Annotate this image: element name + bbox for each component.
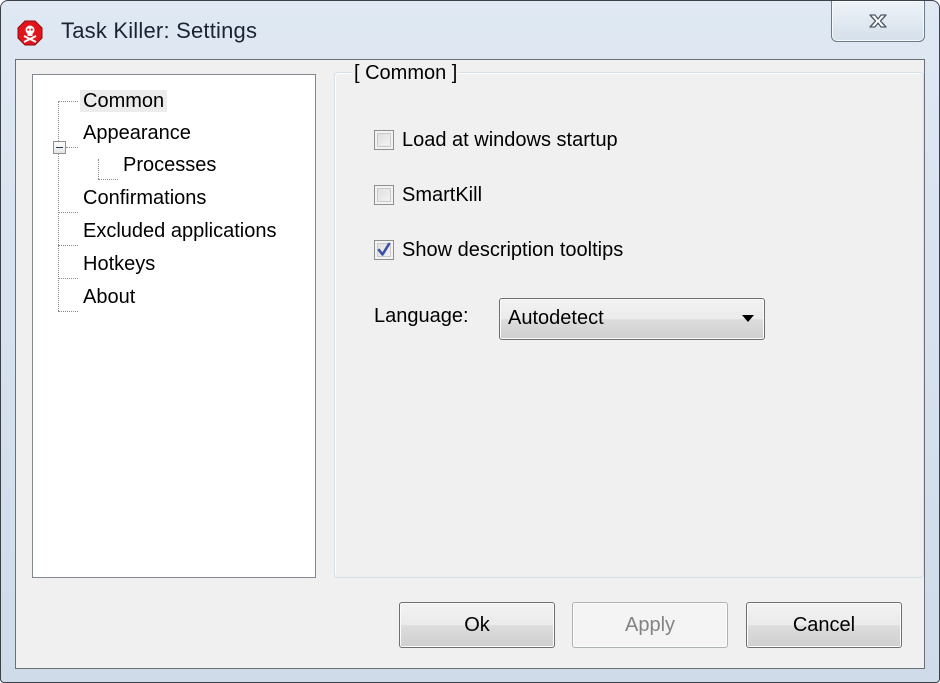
show-tooltips-checkbox[interactable]	[374, 240, 394, 260]
option-load-at-startup[interactable]: Load at windows startup	[374, 126, 618, 154]
ok-button[interactable]: Ok	[399, 602, 555, 648]
title-bar[interactable]: Task Killer: Settings	[1, 1, 939, 59]
skull-stop-icon	[17, 20, 43, 46]
language-select[interactable]: Autodetect	[499, 298, 765, 340]
dialog-client-area: Common Appearance Processes Confirmation…	[15, 59, 925, 669]
tree-item-excluded-applications[interactable]: Excluded applications	[80, 217, 279, 245]
tree-item-label: Common	[80, 90, 168, 112]
option-show-tooltips[interactable]: Show description tooltips	[374, 236, 623, 264]
tree-item-appearance[interactable]: Appearance	[80, 119, 194, 147]
checkbox-label: SmartKill	[402, 183, 483, 206]
tree-item-confirmations[interactable]: Confirmations	[80, 184, 209, 212]
checkbox-label: Show description tooltips	[402, 238, 624, 261]
tree-item-label: Processes	[123, 154, 217, 176]
tree-item-label: Hotkeys	[83, 253, 156, 275]
tree-item-label: Confirmations	[83, 187, 207, 209]
checkmark-icon	[377, 242, 391, 256]
close-icon	[869, 14, 887, 28]
load-at-startup-checkbox[interactable]	[374, 130, 394, 150]
tree-connector	[58, 311, 78, 312]
language-select-value: Autodetect	[508, 307, 604, 329]
settings-tree[interactable]: Common Appearance Processes Confirmation…	[32, 74, 316, 578]
settings-window: Task Killer: Settings Common Appearance …	[0, 0, 940, 683]
tree-connector	[66, 147, 78, 148]
collapse-toggle-appearance[interactable]	[53, 141, 66, 154]
window-title: Task Killer: Settings	[61, 18, 258, 43]
tree-item-label: About	[83, 286, 136, 308]
tree-connector	[58, 278, 78, 279]
cancel-button[interactable]: Cancel	[746, 602, 902, 648]
language-label: Language:	[374, 305, 469, 327]
tree-connector	[58, 101, 59, 311]
apply-button[interactable]: Apply	[572, 602, 728, 648]
tree-item-processes[interactable]: Processes	[120, 151, 219, 179]
tree-connector	[98, 179, 118, 180]
tree-item-hotkeys[interactable]: Hotkeys	[80, 250, 158, 278]
tree-item-label: Appearance	[83, 122, 191, 144]
group-legend: [ Common ]	[352, 62, 460, 85]
tree-item-label: Excluded applications	[83, 220, 277, 242]
tree-item-common[interactable]: Common	[80, 87, 168, 115]
close-button[interactable]	[831, 1, 925, 42]
tree-item-about[interactable]: About	[80, 283, 138, 311]
option-smartkill[interactable]: SmartKill	[374, 181, 482, 209]
tree-connector	[58, 245, 78, 246]
tree-connector	[58, 212, 78, 213]
smartkill-checkbox[interactable]	[374, 185, 394, 205]
tree-connector	[98, 159, 99, 179]
tree-connector	[58, 101, 78, 102]
checkbox-label: Load at windows startup	[402, 128, 618, 151]
chevron-down-icon	[742, 315, 754, 322]
